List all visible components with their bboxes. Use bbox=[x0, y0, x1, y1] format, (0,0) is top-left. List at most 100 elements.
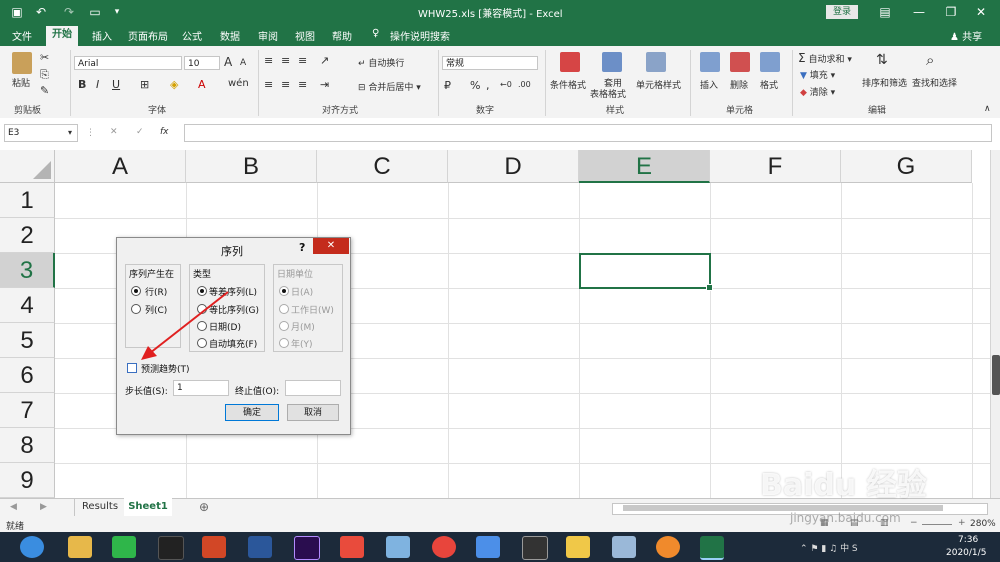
radio-linear-label[interactable]: 等差序列(L) bbox=[209, 285, 257, 298]
vertical-scroll-thumb[interactable] bbox=[992, 355, 1000, 395]
name-box[interactable]: E3 bbox=[4, 124, 78, 142]
row-header[interactable]: 5 bbox=[0, 323, 55, 358]
column-header[interactable]: A bbox=[55, 150, 186, 183]
indent-icon[interactable]: ⇥ bbox=[320, 78, 329, 91]
vertical-scrollbar[interactable] bbox=[990, 150, 1000, 498]
font-name-select[interactable]: Arial bbox=[74, 56, 182, 70]
radio-growth-label[interactable]: 等比序列(G) bbox=[209, 303, 259, 316]
italic-icon[interactable]: I bbox=[96, 78, 99, 91]
cancel-entry-icon[interactable]: ✕ bbox=[110, 127, 118, 137]
tab-help[interactable]: 帮助 bbox=[332, 28, 352, 43]
undo-icon[interactable]: ↶ bbox=[32, 3, 50, 21]
align-middle-icon[interactable]: ≡ bbox=[281, 54, 290, 67]
trend-checkbox[interactable] bbox=[127, 363, 137, 373]
customize-qat-icon[interactable]: ▾ bbox=[108, 3, 126, 21]
wrap-text-button[interactable]: ↵ 自动换行 bbox=[358, 56, 404, 69]
wechat-icon[interactable] bbox=[112, 536, 136, 558]
merge-center-button[interactable]: ⊟ 合并后居中 ▾ bbox=[358, 80, 421, 93]
find-select-button[interactable]: 查找和选择 bbox=[912, 76, 957, 89]
autosum-button[interactable]: Σ 自动求和 ▾ bbox=[798, 51, 852, 65]
column-header-active[interactable]: E bbox=[579, 150, 710, 183]
tab-insert[interactable]: 插入 bbox=[92, 28, 112, 43]
radio-date-label[interactable]: 日期(D) bbox=[209, 320, 241, 333]
column-header[interactable]: B bbox=[186, 150, 317, 183]
powerpoint-icon[interactable] bbox=[202, 536, 226, 558]
align-left-icon[interactable]: ≡ bbox=[264, 78, 273, 91]
help-icon[interactable]: ? bbox=[299, 241, 305, 254]
video-editor-icon[interactable] bbox=[522, 536, 548, 560]
qq-icon[interactable] bbox=[158, 536, 184, 560]
minimize-icon[interactable]: — bbox=[910, 3, 928, 21]
increase-decimal-icon[interactable]: ←0 bbox=[500, 80, 512, 89]
active-cell-e3[interactable] bbox=[579, 253, 713, 291]
conditional-format-icon[interactable] bbox=[560, 52, 580, 72]
trend-label[interactable]: 预测趋势(T) bbox=[141, 362, 190, 375]
insert-cells-button[interactable]: 插入 bbox=[700, 78, 718, 91]
delete-cells-button[interactable]: 删除 bbox=[730, 78, 748, 91]
premiere-icon[interactable] bbox=[294, 536, 320, 560]
find-select-icon[interactable]: ⌕ bbox=[926, 51, 934, 69]
confirm-entry-icon[interactable]: ✓ bbox=[136, 127, 144, 137]
comma-icon[interactable]: , bbox=[486, 79, 490, 92]
prev-sheet-icon[interactable]: ◀ bbox=[10, 502, 17, 512]
format-as-table-line2[interactable]: 表格格式 bbox=[590, 87, 626, 100]
copy-icon[interactable]: ⎘ bbox=[40, 68, 49, 82]
decrease-decimal-icon[interactable]: .00 bbox=[518, 80, 531, 89]
step-input[interactable]: 1 bbox=[173, 380, 229, 396]
ok-button[interactable]: 确定 bbox=[225, 404, 279, 421]
clear-button[interactable]: ◆ 清除 ▾ bbox=[800, 85, 835, 98]
radio-autofill-label[interactable]: 自动填充(F) bbox=[209, 337, 257, 350]
next-sheet-icon[interactable]: ▶ bbox=[40, 502, 47, 512]
sheet-tab-results[interactable]: Results bbox=[74, 499, 126, 516]
tell-me-search[interactable]: 操作说明搜索 bbox=[390, 28, 450, 43]
insert-cells-icon[interactable] bbox=[700, 52, 720, 72]
tab-data[interactable]: 数据 bbox=[220, 28, 240, 43]
align-top-icon[interactable]: ≡ bbox=[264, 54, 273, 67]
app-icon-light[interactable] bbox=[612, 536, 636, 558]
borders-icon[interactable]: ⊞ bbox=[140, 78, 149, 91]
cut-icon[interactable]: ✂ bbox=[40, 51, 49, 64]
sort-filter-icon[interactable]: ⇅ bbox=[876, 52, 888, 68]
zoom-out-icon[interactable]: − bbox=[910, 518, 918, 528]
restore-icon[interactable]: ❐ bbox=[942, 3, 960, 21]
tab-review[interactable]: 审阅 bbox=[258, 28, 278, 43]
add-sheet-icon[interactable]: ⊕ bbox=[199, 500, 209, 514]
chrome-icon[interactable] bbox=[432, 536, 456, 558]
save-icon[interactable]: ▣ bbox=[8, 3, 26, 21]
tab-view[interactable]: 视图 bbox=[295, 28, 315, 43]
zoom-level[interactable]: 280% bbox=[970, 519, 996, 529]
radio-column[interactable] bbox=[131, 304, 141, 314]
format-cells-icon[interactable] bbox=[760, 52, 780, 72]
row-header-active[interactable]: 3 bbox=[0, 253, 55, 288]
word-icon[interactable] bbox=[248, 536, 272, 558]
collapse-ribbon-icon[interactable]: ∧ bbox=[984, 104, 991, 114]
row-header[interactable]: 7 bbox=[0, 393, 55, 428]
align-center-icon[interactable]: ≡ bbox=[281, 78, 290, 91]
conditional-format-button[interactable]: 条件格式 bbox=[550, 78, 586, 91]
font-size-select[interactable]: 10 bbox=[184, 56, 220, 70]
stop-input[interactable] bbox=[285, 380, 341, 396]
delete-cells-icon[interactable] bbox=[730, 52, 750, 72]
font-color-icon[interactable]: A bbox=[198, 78, 206, 91]
share-button[interactable]: ♟ 共享 bbox=[950, 28, 982, 43]
select-all-button[interactable] bbox=[0, 150, 55, 183]
cell-styles-button[interactable]: 单元格样式 bbox=[636, 78, 681, 91]
row-header[interactable]: 8 bbox=[0, 428, 55, 463]
row-header[interactable]: 6 bbox=[0, 358, 55, 393]
format-painter-icon[interactable]: ✎ bbox=[40, 84, 49, 97]
radio-linear[interactable] bbox=[197, 286, 207, 296]
file-explorer-icon[interactable] bbox=[68, 536, 92, 558]
excel-icon[interactable] bbox=[700, 536, 724, 560]
align-bottom-icon[interactable]: ≡ bbox=[298, 54, 307, 67]
number-format-select[interactable]: 常规 bbox=[442, 56, 538, 70]
shrink-font-icon[interactable]: A bbox=[240, 58, 246, 68]
tab-home[interactable]: 开始 bbox=[46, 26, 78, 46]
align-right-icon[interactable]: ≡ bbox=[298, 78, 307, 91]
column-header[interactable]: C bbox=[317, 150, 448, 183]
format-cells-button[interactable]: 格式 bbox=[760, 78, 778, 91]
row-header[interactable]: 2 bbox=[0, 218, 55, 253]
bold-icon[interactable]: B bbox=[78, 78, 86, 91]
ribbon-display-icon[interactable]: ▤ bbox=[876, 3, 894, 21]
paste-icon[interactable] bbox=[12, 52, 32, 74]
fill-button[interactable]: ▼ 填充 ▾ bbox=[800, 68, 835, 81]
